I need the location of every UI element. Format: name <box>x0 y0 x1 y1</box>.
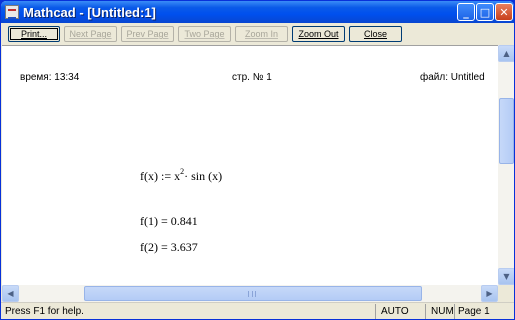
title-bar[interactable]: Mathcad - [Untitled:1] _ □ ✕ <box>1 1 514 23</box>
zoom-out-button[interactable]: Zoom Out <box>292 26 345 42</box>
vertical-scroll-thumb[interactable] <box>499 98 514 164</box>
grip-icon <box>248 291 256 297</box>
scroll-left-icon[interactable]: ◀ <box>2 285 19 302</box>
definition-rhs: · sin (x) <box>184 169 223 183</box>
zoom-in-button[interactable]: Zoom In <box>235 26 288 42</box>
two-page-button[interactable]: Two Page <box>178 26 231 42</box>
horizontal-scrollbar[interactable]: ◀ ▶ <box>2 285 498 302</box>
scroll-right-icon[interactable]: ▶ <box>481 285 498 302</box>
mathcad-window: Mathcad - [Untitled:1] _ □ ✕ Print... Ne… <box>0 0 515 320</box>
status-bar: Press F1 for help. AUTO NUM Page 1 <box>1 302 514 319</box>
prev-page-button[interactable]: Prev Page <box>121 26 174 42</box>
scroll-corner <box>498 285 514 302</box>
status-calc-mode: AUTO <box>381 306 409 317</box>
scroll-down-icon[interactable]: ▼ <box>498 268 514 285</box>
close-preview-button[interactable]: Close <box>349 26 402 42</box>
print-preview-page: время: 13:34 стр. № 1 файл: Untitled f(x… <box>2 45 498 285</box>
print-preview-toolbar: Print... Next Page Prev Page Two Page Zo… <box>1 23 514 45</box>
definition-exponent: 2 <box>180 167 185 176</box>
status-num-lock: NUM <box>431 306 454 317</box>
definition-lhs: f(x) := x <box>140 169 181 183</box>
status-help-text: Press F1 for help. <box>5 306 84 317</box>
close-window-button[interactable]: ✕ <box>495 3 513 21</box>
evaluation-f1: f(1) = 0.841 <box>140 214 198 228</box>
function-definition: f(x) := x2· sin (x) <box>140 167 223 184</box>
evaluation-f2: f(2) = 3.637 <box>140 240 198 254</box>
next-page-button[interactable]: Next Page <box>64 26 117 42</box>
window-title: Mathcad - [Untitled:1] <box>23 4 156 20</box>
status-divider <box>375 304 376 319</box>
mathcad-app-icon[interactable] <box>5 5 19 19</box>
maximize-button[interactable]: □ <box>476 3 494 21</box>
page-header-filename: файл: Untitled <box>420 72 485 83</box>
page-header-page-number: стр. № 1 <box>232 72 272 83</box>
print-button[interactable]: Print... <box>8 26 60 42</box>
status-divider <box>454 304 455 319</box>
minimize-button[interactable]: _ <box>457 3 475 21</box>
scroll-up-icon[interactable]: ▲ <box>498 45 514 62</box>
status-divider <box>425 304 426 319</box>
horizontal-scroll-thumb[interactable] <box>84 286 422 301</box>
page-header-time: время: 13:34 <box>20 72 80 83</box>
vertical-scrollbar[interactable]: ▲ ▼ <box>498 45 514 285</box>
status-page: Page 1 <box>458 306 490 317</box>
